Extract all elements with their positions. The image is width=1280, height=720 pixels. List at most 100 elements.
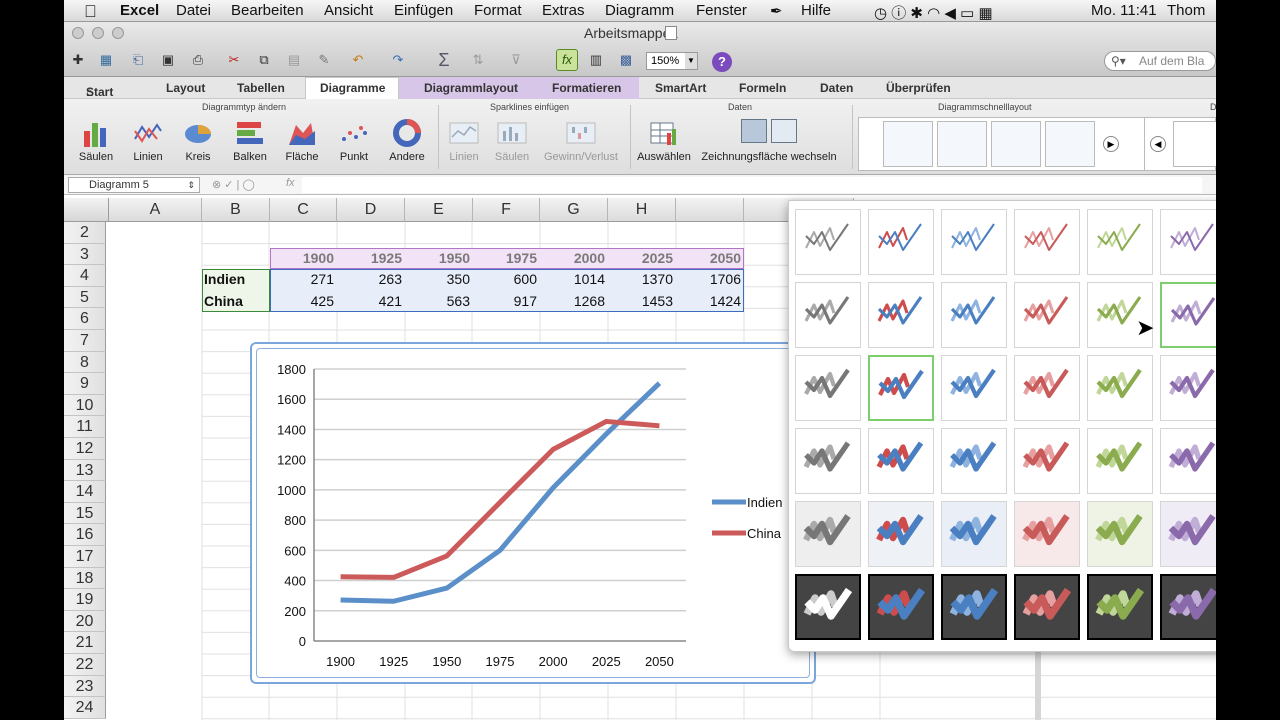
chart-style-thumbnail[interactable] [941,209,1007,275]
chart-style-thumbnail[interactable] [941,282,1007,348]
row-header[interactable]: 13 [64,459,106,482]
quick-layout-3[interactable] [991,121,1041,167]
tab-daten[interactable]: Daten [820,81,853,95]
legend-label[interactable]: China [747,526,782,541]
select-data-button[interactable]: Auswählen [636,119,692,171]
chart-style-thumbnail[interactable] [1160,209,1216,275]
row-header[interactable]: 24 [64,697,106,719]
cell-value[interactable]: 425 [270,293,337,309]
tab-tabellen[interactable]: Tabellen [237,81,285,95]
sort-icon[interactable]: ⇅ [468,50,488,70]
cell-value[interactable]: 1268 [540,293,608,309]
chart-style-thumbnail[interactable] [868,428,934,494]
cell-year-header[interactable]: 2050 [676,250,744,266]
chart-style-thumbnail[interactable] [795,209,861,275]
cell-value[interactable]: 421 [337,293,405,309]
cell-value[interactable]: 600 [473,271,540,287]
column-header[interactable]: E [405,198,473,222]
row-header[interactable]: 17 [64,546,106,568]
tab-smartart[interactable]: SmartArt [655,81,706,95]
row-header[interactable]: 11 [64,416,106,438]
cell-value[interactable]: 263 [337,271,405,287]
cell-year-header[interactable]: 1975 [473,250,540,266]
chart-line-button[interactable]: Linien [126,119,170,171]
chart-column-button[interactable]: Säulen [72,119,120,171]
row-header[interactable]: 10 [64,394,106,417]
column-header[interactable]: A [109,198,202,222]
chart-object[interactable]: 0 200 400 600 800 1000 1200 1400 1600 1800 1900 192… [250,342,816,684]
select-all-corner[interactable] [64,198,109,222]
row-header[interactable]: 4 [64,265,106,287]
column-header[interactable]: C [270,198,337,222]
cell-value[interactable]: 350 [405,271,473,287]
row-header[interactable]: 6 [64,308,106,330]
menu-fenster[interactable]: Fenster [696,2,747,19]
sum-icon[interactable]: Σ [434,50,454,70]
chart-style-thumbnail[interactable] [1087,209,1153,275]
search-input[interactable]: ⚲▾ Auf dem Bla [1104,51,1216,71]
chart-style-thumbnail[interactable] [1014,209,1080,275]
cell-row-label[interactable]: Indien [204,271,264,287]
chevron-right-icon[interactable]: ▶ [1103,136,1119,152]
chart-other-button[interactable]: Andere [384,119,430,171]
chart-style-thumbnail[interactable] [868,355,934,421]
cell-year-header[interactable]: 1925 [337,250,405,266]
column-header[interactable]: G [540,198,608,222]
row-header[interactable]: 19 [64,589,106,611]
cut-icon[interactable]: ✂ [224,50,244,70]
undo-icon[interactable]: ↶ [348,50,368,70]
print-icon[interactable]: ⎙ [188,50,208,70]
formula-action-icons[interactable]: ⊗ ✓ | ◯ [212,178,255,191]
chart-scatter-button[interactable]: Punkt [332,119,376,171]
column-header[interactable]: B [202,198,270,222]
row-header[interactable]: 21 [64,632,106,654]
fx-label[interactable]: fx [286,177,295,189]
chart-style-thumbnail[interactable] [941,574,1007,640]
chart-style-thumbnail[interactable] [868,282,934,348]
tab-diagramme[interactable]: Diagramme [320,81,385,95]
menu-ansicht[interactable]: Ansicht [324,2,373,19]
apple-icon[interactable]:  [84,2,97,22]
cell-value[interactable]: 563 [405,293,473,309]
chart-style-thumbnail[interactable] [941,501,1007,567]
menu-app-name[interactable]: Excel [120,2,159,19]
cell-year-header[interactable]: 2025 [608,250,676,266]
chart-style-thumbnail[interactable] [941,428,1007,494]
cell-value[interactable]: 271 [270,271,337,287]
cell-value[interactable]: 1453 [608,293,676,309]
row-header[interactable]: 5 [64,286,106,309]
minimize-window-button[interactable] [92,27,104,39]
cell-value[interactable]: 1706 [676,271,744,287]
menu-datei[interactable]: Datei [176,2,211,19]
row-header[interactable]: 9 [64,373,106,395]
cell-row-label[interactable]: China [204,293,264,309]
cell-value[interactable]: 1424 [676,293,744,309]
chart-style-thumbnail[interactable] [795,574,861,640]
column-header[interactable]: H [608,198,676,222]
line-chart[interactable]: 0 200 400 600 800 1000 1200 1400 1600 1800 1900 192… [252,344,814,682]
tab-formeln[interactable]: Formeln [739,81,786,95]
cell-year-header[interactable]: 1950 [405,250,473,266]
chart-style-thumbnail[interactable] [1014,428,1080,494]
column-header[interactable] [676,198,744,222]
gallery-icon[interactable]: ▦ [96,50,116,70]
cell-year-header[interactable]: 2000 [540,250,608,266]
chart-style-thumbnail[interactable] [1014,282,1080,348]
toolbox-icon[interactable]: ▥ [586,50,606,70]
tab-ueberpruefen[interactable]: Überprüfen [886,81,951,95]
help-icon[interactable]: ? [712,52,732,72]
switch-plot-button[interactable]: Zeichnungsfläche wechseln [694,119,844,171]
chart-style-thumbnail[interactable] [1087,574,1153,640]
column-header[interactable]: F [473,198,540,222]
chart-style-thumbnail[interactable] [1160,574,1216,640]
status-icons[interactable]: ◷ ⓘ ✱ ◠ ◀ ▭ ▦ [874,2,993,23]
sparkline-line-button[interactable]: Linien [442,119,486,171]
zoom-window-button[interactable] [112,27,124,39]
chart-style-thumbnail[interactable] [1014,501,1080,567]
format-painter-icon[interactable]: ✎ [314,50,334,70]
menu-hilfe[interactable]: Hilfe [801,2,831,19]
chart-style-thumbnail[interactable] [1160,428,1216,494]
name-box[interactable]: Diagramm 5 ⇕ [68,177,200,193]
tab-diagrammlayout[interactable]: Diagrammlayout [424,81,518,95]
chart-style-thumbnail[interactable] [941,355,1007,421]
